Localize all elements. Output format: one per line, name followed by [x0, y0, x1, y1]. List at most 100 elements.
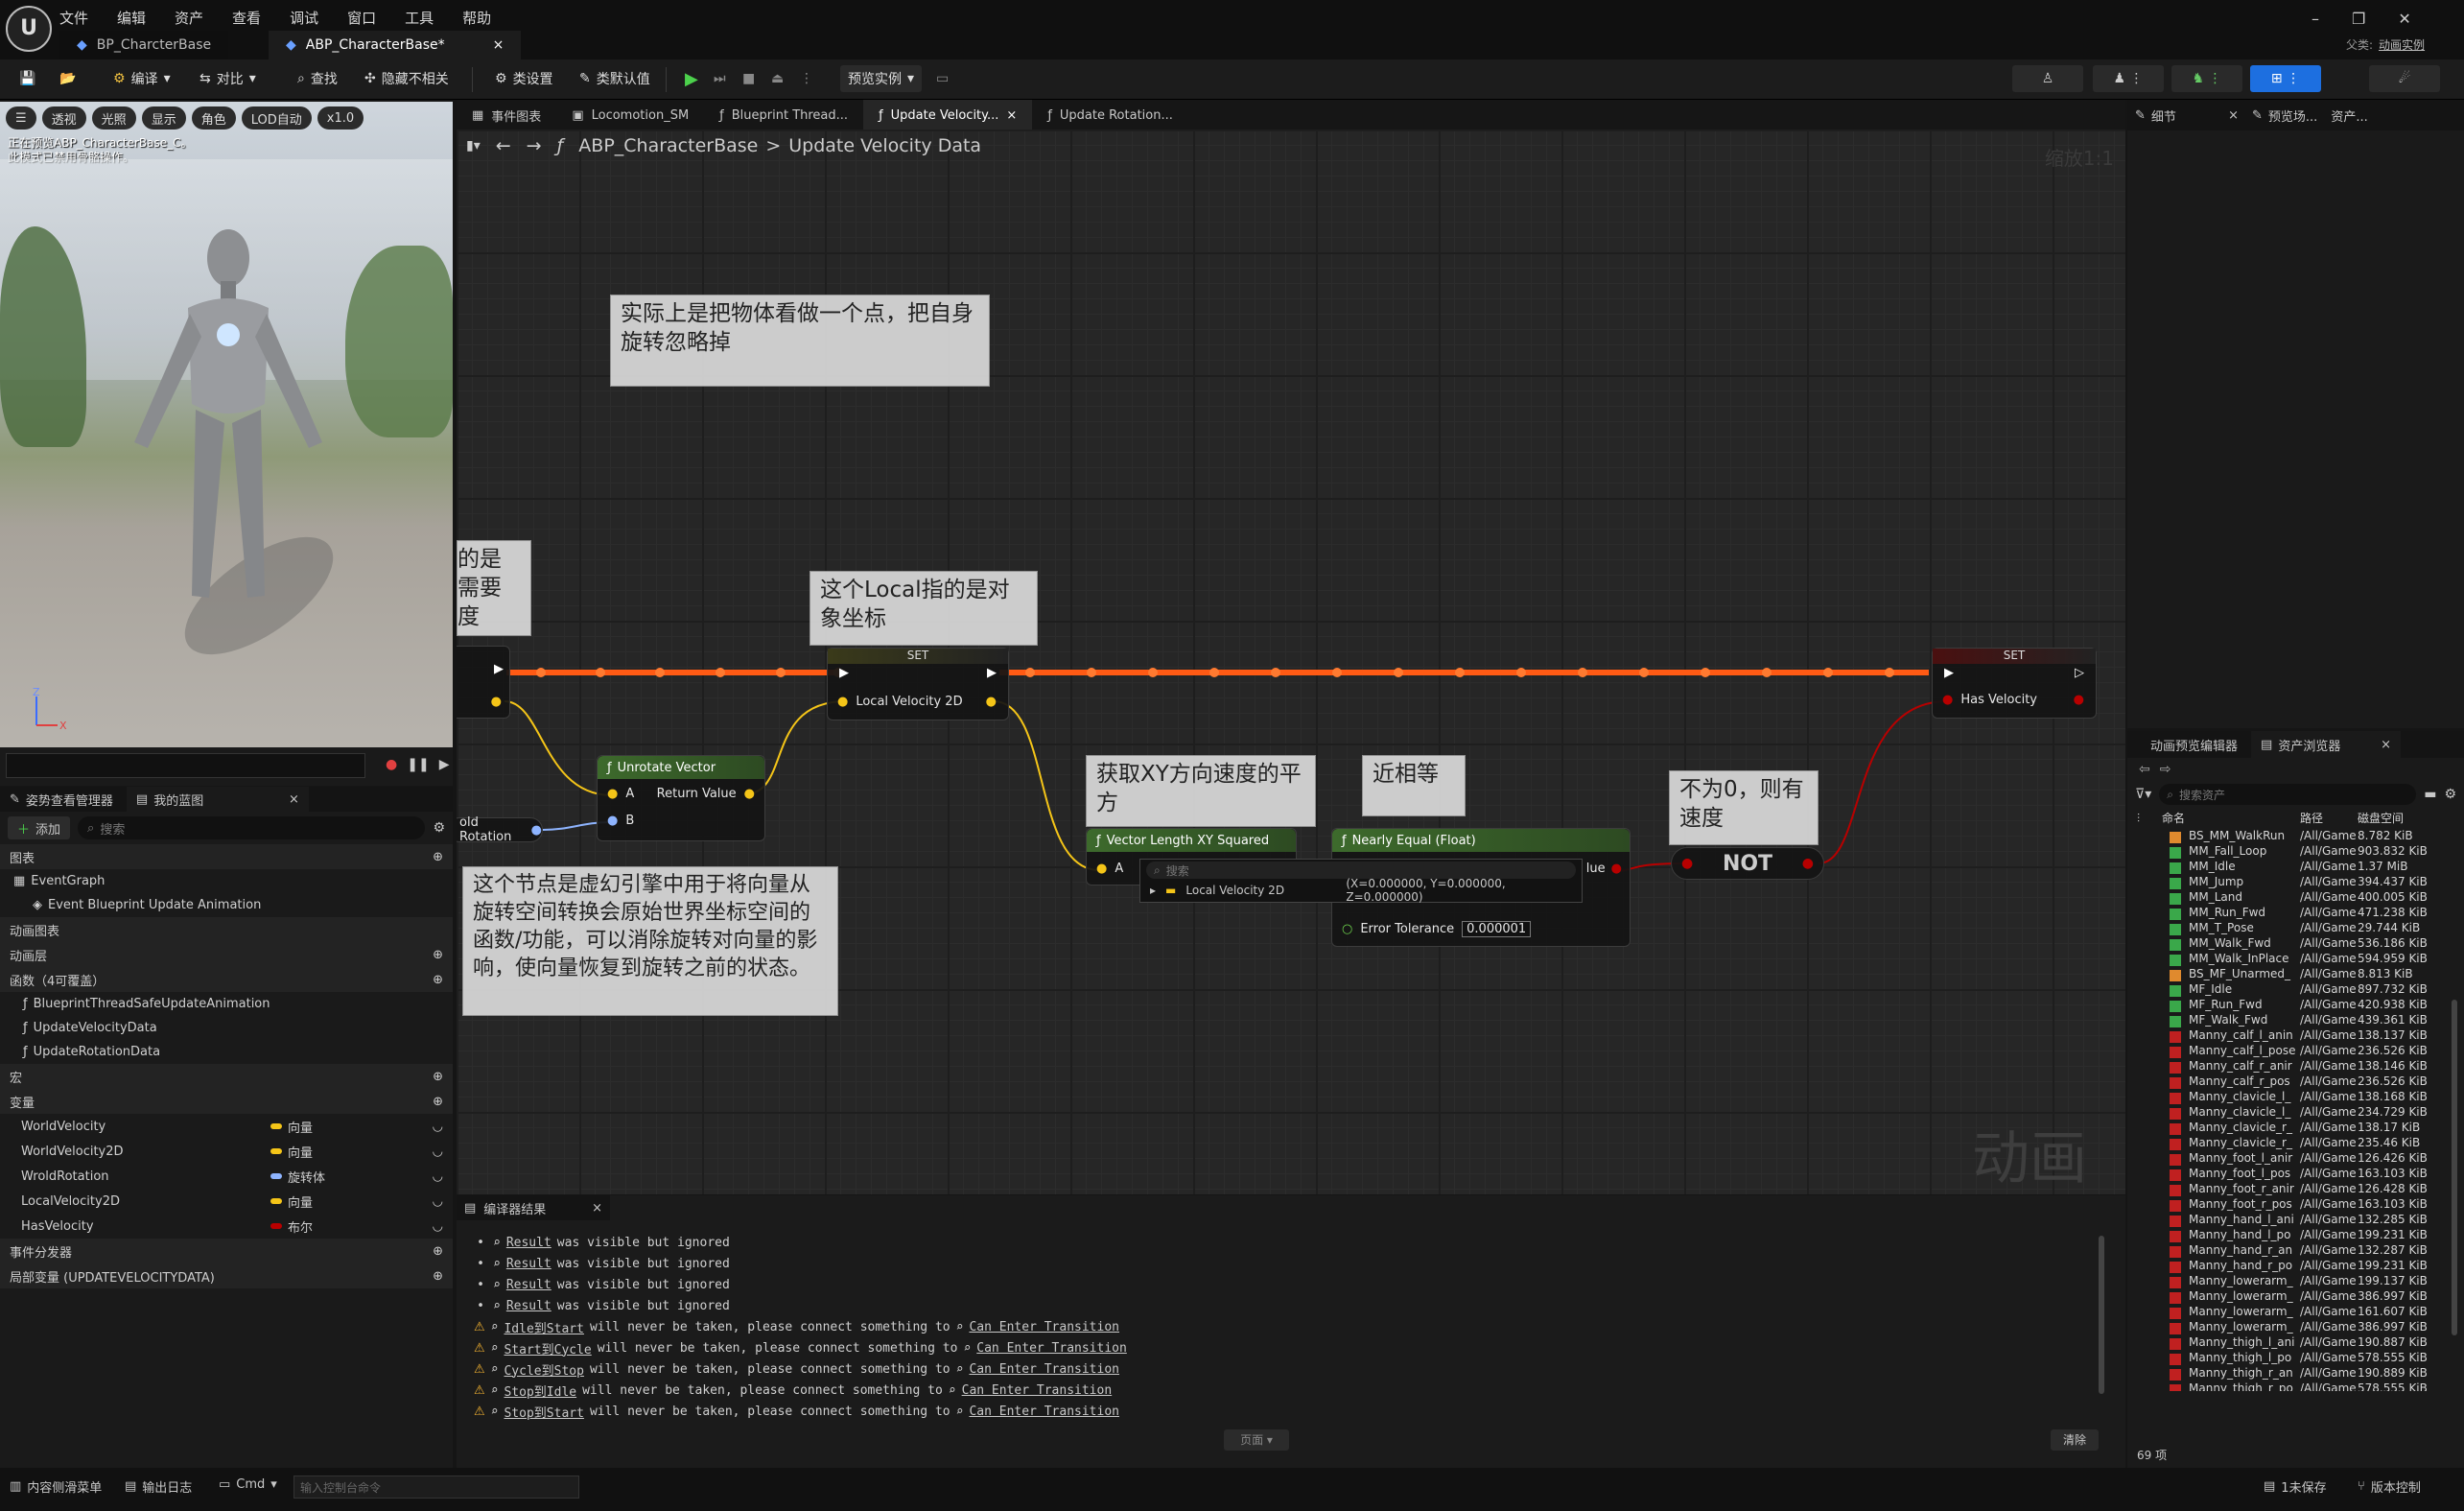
viewport-menu-icon[interactable]: ☰ [6, 106, 36, 130]
menu-item[interactable]: 文件 [59, 8, 88, 28]
filter-icon[interactable]: ⊽▾ [2135, 787, 2151, 802]
variable-row[interactable]: WorldVelocity 向量 ◡ [0, 1114, 453, 1139]
asset-row[interactable]: BS_MF_Unarmed_ /All/Game 8.813 KiB [2127, 967, 2464, 982]
browse-icon[interactable]: 📂 [52, 63, 83, 94]
close-icon[interactable]: × [2381, 738, 2391, 752]
debug-filter-icon[interactable]: ▭ [928, 63, 956, 94]
restore-icon[interactable]: ❐ [2352, 10, 2365, 28]
rotation-getter-node[interactable]: old Rotation ● [457, 815, 543, 844]
log-link[interactable]: Can Enter Transition [969, 1405, 1119, 1419]
tab-anim-preview-editor[interactable]: 动画预览编辑器 [2150, 736, 2238, 754]
tab-bp-charcterbase[interactable]: ◆ BP_CharcterBase [59, 31, 229, 59]
asset-row[interactable]: Manny_hand_r_po/All/Game 199.231 KiB [2127, 1259, 2464, 1274]
set-has-velocity-node[interactable]: SET ▶ ▷ ● Has Velocity ● [1932, 648, 2097, 719]
asset-row[interactable]: Manny_lowerarm_ /All/Game 386.997 KiB [2127, 1320, 2464, 1335]
parent-class-link[interactable]: 动画实例 [2379, 36, 2425, 53]
asset-row[interactable]: Manny_lowerarm_ /All/Game 386.997 KiB [2127, 1289, 2464, 1305]
class-settings-button[interactable]: ⚙ 类设置 [487, 63, 561, 94]
bool-out-pin-icon[interactable]: ● [2074, 693, 2084, 707]
asset-row[interactable]: Manny_thigh_r_po/All/Game 578.555 KiB [2127, 1381, 2464, 1391]
clear-button[interactable]: 清除 [2051, 1429, 2099, 1451]
hide-unrelated-button[interactable]: ✣ 隐藏不相关 [357, 63, 457, 94]
source-control-button[interactable]: ⑂ 版本控制 [2358, 1477, 2421, 1496]
console-command-input[interactable]: 输入控制台命令 [293, 1476, 579, 1499]
gear-icon[interactable]: ⚙ [2444, 787, 2456, 802]
asset-row[interactable]: Manny_lowerarm_ /All/Game 199.137 KiB [2127, 1274, 2464, 1289]
asset-row[interactable]: MF_Run_Fwd/All/Game 420.938 KiB [2127, 998, 2464, 1013]
section-variables[interactable]: 变量 ⊕ [0, 1089, 453, 1114]
vector-out-pin-icon[interactable]: ● [491, 695, 502, 709]
asset-row[interactable]: Manny_calf_l_pose/All/Game 236.526 KiB [2127, 1044, 2464, 1059]
comment-unrotate-vector[interactable]: 这个节点是虚幻引擎中用于将向量从旋转空间转换会原始世界坐标空间的函数/功能，可以… [462, 866, 838, 1016]
log-link[interactable]: Result [506, 1299, 551, 1313]
pin-b[interactable]: ● B [607, 814, 634, 828]
physics-mode-icon[interactable]: ☄ [2369, 65, 2440, 92]
variable-row[interactable]: WorldVelocity2D 向量 ◡ [0, 1139, 453, 1164]
close-window-icon[interactable]: ✕ [2398, 10, 2410, 28]
unsaved-button[interactable]: ▤ 1未保存 [2264, 1477, 2327, 1496]
function-item[interactable]: ƒ BlueprintThreadSafeUpdateAnimation [0, 992, 453, 1016]
pin-local-velocity-2d[interactable]: ● Local Velocity 2D [837, 695, 963, 709]
log-link[interactable]: Can Enter Transition [969, 1320, 1119, 1334]
event-update-item[interactable]: ◈ Event Blueprint Update Animation [0, 893, 453, 917]
close-icon[interactable]: × [1006, 108, 1017, 123]
log-link[interactable]: Start到Cycle [504, 1339, 591, 1358]
set-local-velocity-node[interactable]: SET ▶ ▶ ● Local Velocity 2D ● [827, 648, 1009, 720]
columns-icon[interactable]: ⫶ [2137, 808, 2140, 829]
comment-has-velocity[interactable]: 不为0，则有速度 [1669, 770, 1819, 845]
add-circle-icon[interactable]: ⊕ [433, 850, 443, 864]
blueprint-graph-canvas[interactable]: ▮▾ ← → ƒ ABP_CharacterBase > Update Velo… [457, 130, 2125, 1194]
tab-compiler-results[interactable]: ▤ 编译器结果 × [457, 1195, 610, 1220]
add-circle-icon[interactable]: ⊕ [433, 1244, 443, 1259]
asset-row[interactable]: BS_MM_WalkRun/All/Game 8.782 KiB [2127, 829, 2464, 844]
exec-out-pin-icon[interactable]: ▷ [2075, 666, 2084, 680]
play-forward-icon[interactable]: ▶ [439, 757, 450, 772]
unrotate-vector-node[interactable]: ƒ Unrotate Vector ● A ● B Return Value ● [597, 755, 765, 841]
exec-in-pin-icon[interactable]: ▶ [1944, 666, 1954, 680]
asset-row[interactable]: Manny_lowerarm_ /All/Game 161.607 KiB [2127, 1305, 2464, 1320]
pin-a[interactable]: ● A [607, 787, 634, 801]
menu-item[interactable]: 调试 [290, 8, 318, 28]
viewport-speed-button[interactable]: x1.0 [317, 106, 364, 130]
col-name[interactable]: 命名 [2162, 808, 2269, 829]
tab-my-blueprint[interactable]: ▤ 我的蓝图 × [126, 787, 309, 812]
not-boolean-node[interactable]: ● NOT ● [1671, 847, 1824, 880]
asset-row[interactable]: Manny_thigh_l_po/All/Game 578.555 KiB [2127, 1351, 2464, 1366]
asset-row[interactable]: MF_Walk_Fwd/All/Game 439.361 KiB [2127, 1013, 2464, 1028]
vector-out-pin-icon[interactable]: ● [986, 695, 997, 709]
back-arrow-icon[interactable]: ⇦ [2139, 762, 2150, 777]
asset-row[interactable]: Manny_clavicle_r_ /All/Game 138.17 KiB [2127, 1121, 2464, 1136]
save-search-icon[interactable]: ▬ [2424, 787, 2436, 802]
add-circle-icon[interactable]: ⊕ [433, 973, 443, 987]
comment-xy-squared[interactable]: 获取XY方向速度的平方 [1086, 755, 1316, 827]
asset-row[interactable]: Manny_calf_r_anir/All/Game 138.146 KiB [2127, 1059, 2464, 1074]
add-button[interactable]: ＋添加 [8, 816, 71, 839]
menu-item[interactable]: 帮助 [462, 8, 491, 28]
preview-viewport[interactable]: ☰ 透视 光照 显示 角色 LOD自动 x1.0 正在预览ABP_Charact… [0, 102, 453, 747]
add-circle-icon[interactable]: ⊕ [433, 948, 443, 962]
asset-row[interactable]: Manny_calf_l_anin/All/Game 138.137 KiB [2127, 1028, 2464, 1044]
function-item[interactable]: ƒ UpdateVelocityData [0, 1016, 453, 1040]
function-entry-node[interactable]: ▶ ● [457, 646, 510, 719]
section-anim-layers[interactable]: 动画层 ⊕ [0, 942, 453, 967]
log-link[interactable]: Stop到Idle [504, 1381, 576, 1400]
add-circle-icon[interactable]: ⊕ [433, 1095, 443, 1109]
event-graph-item[interactable]: ▦ EventGraph [0, 869, 453, 893]
skeleton-mode-icon[interactable]: ♙ [2012, 65, 2083, 92]
viewport-perspective-button[interactable]: 透视 [41, 106, 86, 130]
asset-row[interactable]: Manny_foot_l_pos/All/Game 163.103 KiB [2127, 1167, 2464, 1182]
eye-icon[interactable]: ◡ [433, 1219, 443, 1234]
menu-item[interactable]: 工具 [405, 8, 434, 28]
exec-out-pin-icon[interactable]: ▶ [987, 666, 997, 680]
menu-item[interactable]: 编辑 [117, 8, 146, 28]
tab-locomotion-sm[interactable]: ▣ Locomotion_SM [556, 100, 704, 130]
tab-asset-browser[interactable]: ▤ 资产浏览器 × [2251, 731, 2402, 758]
comment-local-meaning[interactable]: 这个Local指的是对象坐标 [810, 571, 1038, 646]
asset-scrollbar[interactable] [2452, 1000, 2457, 1335]
tab-update-rotation[interactable]: ƒ Update Rotation... [1032, 100, 1188, 130]
content-drawer-button[interactable]: ▥ 内容侧滑菜单 [10, 1477, 102, 1496]
asset-row[interactable]: Manny_thigh_r_an/All/Game 190.889 KiB [2127, 1366, 2464, 1381]
exec-out-pin-icon[interactable]: ▶ [494, 662, 504, 676]
asset-row[interactable]: Manny_foot_r_pos/All/Game 163.103 KiB [2127, 1197, 2464, 1213]
log-link[interactable]: Idle到Start [504, 1318, 583, 1336]
